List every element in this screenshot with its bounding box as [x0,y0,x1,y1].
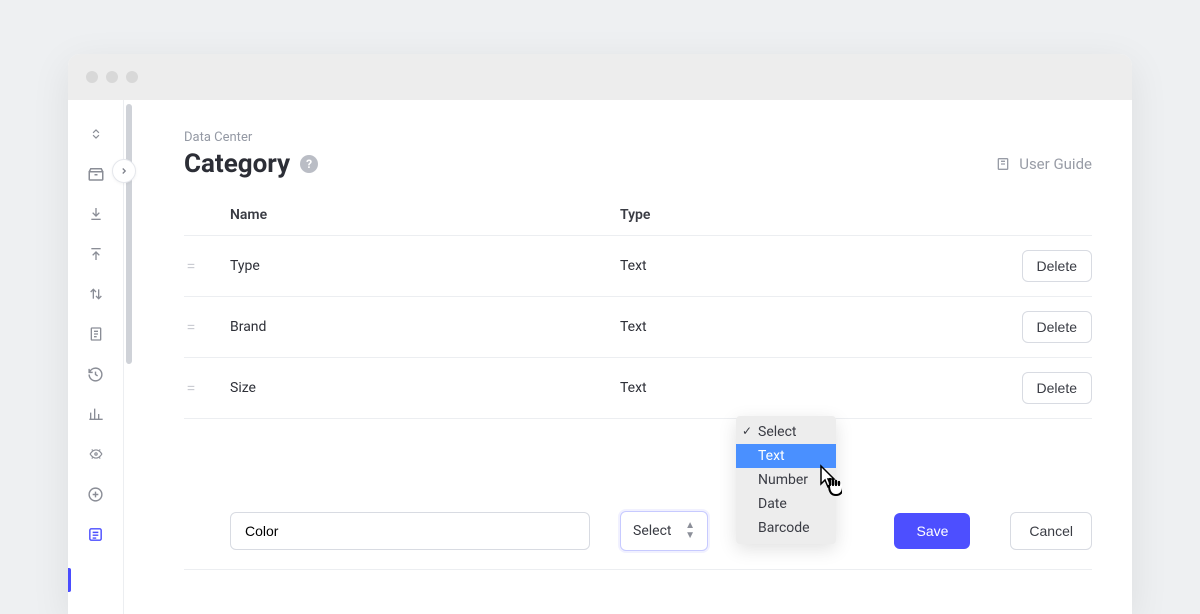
download-icon[interactable] [86,204,106,224]
box-icon[interactable] [86,164,106,184]
history-icon[interactable] [86,364,106,384]
upload-icon[interactable] [86,244,106,264]
type-select[interactable]: Select ▲▼ [620,511,708,551]
dropdown-option-select[interactable]: Select [736,420,836,444]
name-input[interactable] [230,512,590,550]
row-name: Brand [230,319,620,335]
table-row: Type Text Delete [184,236,1092,297]
transfer-icon[interactable] [86,284,106,304]
user-guide-label: User Guide [1019,155,1092,173]
row-name: Type [230,258,620,274]
page-header: Category ? User Guide [184,149,1092,179]
delete-button[interactable]: Delete [1022,250,1092,282]
dropdown-option-date[interactable]: Date [736,492,836,516]
list-icon[interactable] [86,524,106,544]
add-icon[interactable] [86,484,106,504]
window-titlebar [68,54,1132,100]
dropdown-option-number[interactable]: Number [736,468,836,492]
traffic-light-zoom[interactable] [126,71,138,83]
column-name: Name [230,207,620,223]
sidebar-active-indicator [68,568,71,592]
column-type: Type [620,207,1012,223]
save-button[interactable]: Save [894,513,970,549]
breadcrumb: Data Center [184,130,1092,145]
row-name: Size [230,380,620,396]
row-type: Text [620,380,1012,396]
drag-handle-icon[interactable] [184,383,230,393]
row-type: Text [620,258,1012,274]
table-header: Name Type [184,195,1092,236]
main-panel: Data Center Category ? User Guide Name T… [124,100,1132,614]
page-title: Category [184,149,290,179]
content-area: Data Center Category ? User Guide Name T… [68,100,1132,614]
sidebar-toggle[interactable] [112,159,136,183]
table-row: Size Text Delete [184,358,1092,419]
row-type: Text [620,319,1012,335]
dropdown-option-barcode[interactable]: Barcode [736,516,836,540]
help-icon[interactable]: ? [300,155,318,173]
chart-icon[interactable] [86,404,106,424]
delete-button[interactable]: Delete [1022,372,1092,404]
select-arrows-icon: ▲▼ [685,521,695,541]
book-icon [995,156,1011,172]
table-row: Brand Text Delete [184,297,1092,358]
user-guide-link[interactable]: User Guide [995,155,1092,173]
app-window: Data Center Category ? User Guide Name T… [68,54,1132,614]
drag-handle-icon[interactable] [184,322,230,332]
sort-icon[interactable] [86,124,106,144]
dropdown-option-text[interactable]: Text [736,444,836,468]
new-row: Select ▲▼ Save Cancel [184,493,1092,570]
doc-icon[interactable] [86,324,106,344]
select-label: Select [633,523,671,539]
delete-button[interactable]: Delete [1022,311,1092,343]
type-dropdown: Select Text Number Date Barcode [736,416,836,544]
traffic-light-minimize[interactable] [106,71,118,83]
cancel-button[interactable]: Cancel [1010,512,1092,550]
drag-handle-icon[interactable] [184,261,230,271]
show-icon[interactable] [86,444,106,464]
traffic-light-close[interactable] [86,71,98,83]
